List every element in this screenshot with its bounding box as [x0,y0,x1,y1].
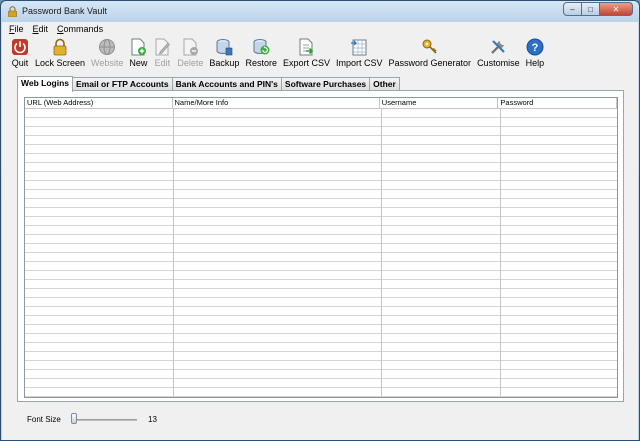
column-header-url[interactable]: URL (Web Address) [25,98,173,108]
database-backup-icon [216,39,233,56]
tab-web-logins[interactable]: Web Logins [17,76,74,92]
power-icon [12,39,28,55]
column-divider [381,109,382,397]
delete-button[interactable]: Delete [174,36,206,72]
tab-software-purchases[interactable]: Software Purchases [280,77,371,91]
edit-button[interactable]: Edit [150,36,174,72]
main-area: Web Logins Email or FTP Accounts Bank Ac… [2,72,638,402]
export-icon [299,38,314,56]
edit-document-icon [155,38,171,56]
tab-panel: URL (Web Address) Name/More Info Usernam… [17,90,624,402]
backup-label: Backup [209,58,240,68]
key-icon [422,39,437,54]
globe-icon [99,39,116,55]
restore-icon [253,39,270,55]
quit-label: Quit [11,58,29,68]
website-button[interactable]: Website [88,36,126,72]
menu-bar: File Edit Commands [2,22,638,36]
lock-screen-label: Lock Screen [35,58,86,68]
help-label: Help [525,58,545,68]
password-generator-label: Password Generator [388,58,472,68]
quit-button[interactable]: Quit [8,36,32,72]
font-size-slider-track[interactable] [73,419,137,421]
tab-strip: Web Logins Email or FTP Accounts Bank Ac… [17,76,400,92]
restore-button[interactable]: Restore [242,36,280,72]
minimize-button[interactable]: – [563,2,582,16]
close-button[interactable]: ✕ [599,2,633,16]
delete-document-icon [183,38,199,56]
lock-app-icon [8,6,17,17]
title-bar: Password Bank Vault – □ ✕ [1,1,639,22]
column-divider [173,109,174,397]
grid-body[interactable] [25,109,617,397]
font-size-slider-thumb[interactable] [71,413,77,424]
column-divider [500,109,501,397]
help-icon: ? [526,38,544,56]
tab-bank-accounts[interactable]: Bank Accounts and PIN's [171,77,282,91]
tools-icon [491,40,506,54]
new-label: New [129,58,148,68]
new-button[interactable]: New [126,36,150,72]
menu-file[interactable]: File [9,24,24,34]
column-header-username[interactable]: Username [380,98,499,108]
grid-header: URL (Web Address) Name/More Info Usernam… [25,98,617,109]
backup-button[interactable]: Backup [206,36,242,72]
lock-screen-button[interactable]: Lock Screen [32,36,88,72]
website-label: Website [91,58,124,68]
column-header-name[interactable]: Name/More Info [173,98,380,108]
menu-file-label: ile [14,24,24,34]
tab-email-ftp[interactable]: Email or FTP Accounts [72,77,173,91]
password-generator-button[interactable]: Password Generator [386,36,475,72]
menu-commands[interactable]: Commands [57,24,103,34]
padlock-icon [53,38,67,56]
export-csv-label: Export CSV [282,58,330,68]
column-header-password[interactable]: Password [498,98,617,108]
menu-edit-label: dit [38,24,49,34]
restore-label: Restore [245,58,277,68]
app-window: Password Bank Vault – □ ✕ File Edit Comm… [0,0,640,441]
status-bar: Font Size 13 [2,402,638,440]
menu-commands-label: ommands [63,24,104,34]
edit-label: Edit [154,58,171,68]
svg-text:?: ? [531,42,538,54]
import-icon [351,39,367,56]
menu-edit[interactable]: Edit [33,24,49,34]
toolbar: Quit Lock Screen Website New Edit Delete… [2,36,638,72]
font-size-label: Font Size [27,415,61,424]
window-title: Password Bank Vault [22,6,107,16]
customise-button[interactable]: Customise [474,36,523,72]
window-controls: – □ ✕ [563,2,633,16]
export-csv-button[interactable]: Export CSV [280,36,333,72]
new-document-icon [131,38,147,56]
customise-label: Customise [477,58,520,68]
font-size-value: 13 [148,415,157,424]
logins-grid[interactable]: URL (Web Address) Name/More Info Usernam… [24,97,618,398]
help-button[interactable]: ? Help [523,36,548,72]
import-csv-button[interactable]: Import CSV [333,36,386,72]
maximize-button[interactable]: □ [581,2,600,16]
delete-label: Delete [177,58,204,68]
import-csv-label: Import CSV [336,58,383,68]
tab-other[interactable]: Other [369,77,400,91]
